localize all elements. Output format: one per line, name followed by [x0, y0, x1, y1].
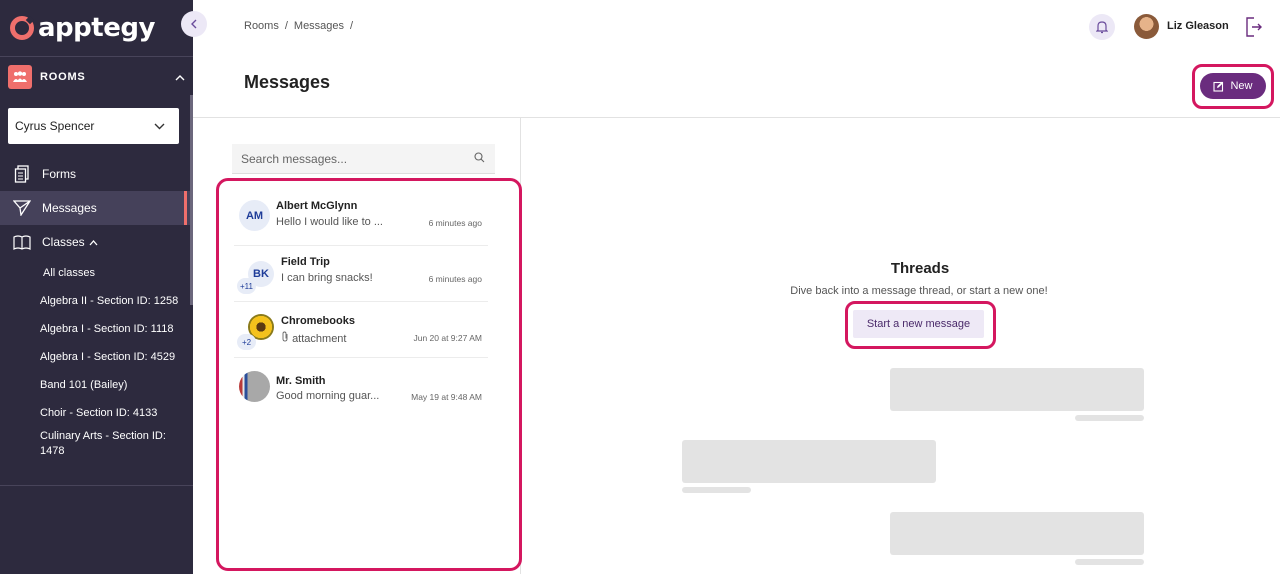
sidebar-item-label: Classes [42, 235, 85, 249]
brand-logo[interactable]: apptegy [0, 0, 193, 56]
header-divider [193, 117, 1280, 118]
skeleton-line [1075, 415, 1144, 421]
class-item[interactable]: Algebra I - Section ID: 1118 [0, 315, 193, 343]
forms-icon [12, 164, 32, 184]
brand-name: apptegy [38, 13, 155, 43]
class-item[interactable]: Algebra I - Section ID: 4529 [0, 343, 193, 371]
notifications-button[interactable] [1089, 14, 1115, 40]
breadcrumb-messages[interactable]: Messages [294, 20, 344, 32]
class-item-all[interactable]: All classes [0, 259, 193, 287]
skeleton-line [682, 487, 751, 493]
room-select-value: Cyrus Spencer [15, 119, 95, 133]
skeleton-message-bubble [890, 368, 1144, 411]
breadcrumb-separator: / [350, 20, 354, 32]
sidebar-item-label: Messages [42, 201, 97, 215]
class-item[interactable]: Algebra II - Section ID: 1258 [0, 287, 193, 315]
class-item[interactable]: Culinary Arts - Section ID: 1478 [0, 427, 193, 465]
highlight-annotation [216, 178, 522, 571]
page-title: Messages [244, 72, 331, 92]
rooms-section-label: ROOMS [40, 71, 86, 83]
user-avatar[interactable] [1134, 14, 1159, 39]
highlight-annotation [845, 301, 996, 349]
breadcrumb-separator: / [284, 20, 288, 32]
sidebar-item-forms[interactable]: Forms [0, 157, 193, 191]
chevron-left-icon [191, 19, 197, 29]
rooms-section-toggle[interactable]: ROOMS [0, 57, 193, 97]
collapse-sidebar-button[interactable] [181, 11, 207, 37]
user-name[interactable]: Liz Gleason [1167, 20, 1229, 32]
bell-icon [1096, 21, 1108, 34]
sidebar-item-label: Forms [42, 167, 76, 181]
breadcrumb-rooms[interactable]: Rooms [244, 20, 279, 32]
sidebar-item-classes[interactable]: Classes [0, 225, 193, 259]
skeleton-message-bubble [682, 440, 936, 483]
highlight-annotation [1192, 64, 1274, 109]
chevron-up-icon [175, 70, 185, 84]
empty-state-subtitle: Dive back into a message thread, or star… [790, 285, 1048, 297]
sidebar-scrollbar[interactable] [190, 95, 193, 305]
breadcrumb: Rooms / Messages / [244, 20, 353, 32]
search-input[interactable] [241, 151, 441, 166]
sidebar: apptegy ROOMS Cyrus Spencer Forms Messag… [0, 0, 193, 574]
search-box [232, 144, 495, 174]
sidebar-divider [0, 485, 193, 486]
room-select[interactable]: Cyrus Spencer [8, 108, 179, 144]
class-item[interactable]: Choir - Section ID: 4133 [0, 399, 193, 427]
sidebar-item-messages[interactable]: Messages [0, 191, 193, 225]
send-icon [12, 198, 32, 218]
logo-mark-icon [10, 16, 34, 40]
skeleton-line [1075, 559, 1144, 565]
class-item[interactable]: Band 101 (Bailey) [0, 371, 193, 399]
skeleton-message-bubble [890, 512, 1144, 555]
book-icon [12, 232, 32, 252]
search-icon[interactable] [474, 150, 485, 168]
empty-state-title: Threads [890, 260, 950, 277]
chevron-down-icon [154, 119, 165, 133]
people-icon [8, 65, 32, 89]
logout-icon [1246, 17, 1262, 37]
logout-button[interactable] [1245, 17, 1263, 37]
chevron-up-icon [89, 235, 98, 249]
